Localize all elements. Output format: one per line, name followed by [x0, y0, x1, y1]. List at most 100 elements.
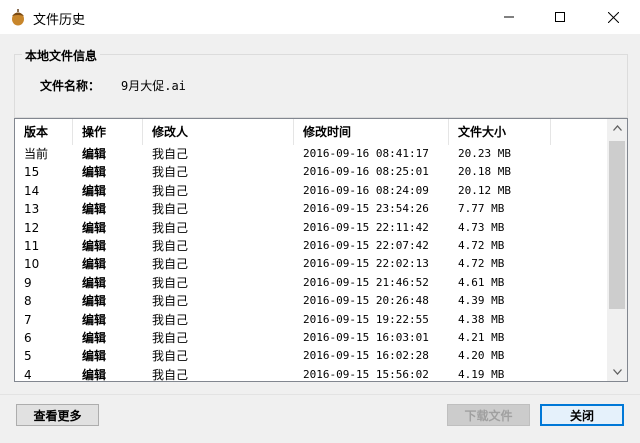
size-cell: 4.73 MB	[458, 220, 505, 234]
table-row[interactable]: 13 编辑 我自己 2016-09-15 23:54:26 7.77 MB	[15, 200, 605, 218]
size-cell: 4.38 MB	[458, 312, 505, 326]
action-cell: 编辑	[82, 257, 107, 272]
action-cell: 编辑	[82, 239, 107, 253]
action-cell: 编辑	[82, 312, 107, 327]
version-cell: 4	[24, 367, 32, 382]
table-row[interactable]: 15 编辑 我自己 2016-09-16 08:25:01 20.18 MB	[15, 163, 605, 181]
action-cell: 编辑	[82, 275, 107, 290]
table-row[interactable]: 8 编辑 我自己 2016-09-15 20:26:48 4.39 MB	[15, 292, 605, 310]
action-cell: 编辑	[82, 183, 107, 198]
action-cell: 编辑	[82, 165, 107, 180]
version-cell: 15	[24, 165, 40, 180]
version-cell: 6	[24, 331, 32, 345]
column-header-version[interactable]: 版本	[15, 119, 73, 145]
time-cell: 2016-09-16 08:24:09	[303, 183, 429, 197]
size-cell: 20.23 MB	[458, 147, 511, 160]
modifier-cell: 我自己	[152, 367, 189, 382]
table-row[interactable]: 11 编辑 我自己 2016-09-15 22:07:42 4.72 MB	[15, 237, 605, 255]
size-cell: 4.21 MB	[458, 331, 505, 344]
time-cell: 2016-09-15 16:02:28	[303, 349, 429, 363]
list-header: 版本 操作 修改人 修改时间 文件大小	[15, 119, 605, 145]
modifier-cell: 我自己	[152, 165, 189, 180]
time-cell: 2016-09-15 22:11:42	[303, 220, 429, 234]
dialog-body: 本地文件信息 文件名称： 9月大促.ai 版本 操作 修改人 修改时间 文件大小…	[0, 34, 640, 443]
version-cell: 5	[24, 349, 32, 364]
scrollbar-thumb[interactable]	[609, 141, 625, 309]
title-bar: 文件历史	[0, 0, 640, 34]
time-cell: 2016-09-15 16:03:01	[303, 331, 429, 344]
table-row[interactable]: 当前 编辑 我自己 2016-09-16 08:41:17 20.23 MB	[15, 145, 605, 163]
table-row[interactable]: 12 编辑 我自己 2016-09-15 22:11:42 4.73 MB	[15, 219, 605, 237]
view-more-button[interactable]: 查看更多	[16, 404, 99, 426]
time-cell: 2016-09-15 21:46:52	[303, 275, 429, 289]
modifier-cell: 我自己	[152, 331, 189, 345]
time-cell: 2016-09-15 20:26:48	[303, 294, 429, 308]
modifier-cell: 我自己	[152, 257, 189, 272]
close-icon	[607, 11, 619, 23]
action-cell: 编辑	[82, 202, 107, 217]
history-list[interactable]: 版本 操作 修改人 修改时间 文件大小 当前 编辑 我自己 2016-09-16 08…	[14, 118, 628, 382]
version-cell: 7	[24, 312, 32, 327]
close-window-button[interactable]	[590, 0, 636, 34]
download-file-button[interactable]: 下载文件	[447, 404, 530, 426]
action-cell: 编辑	[82, 367, 107, 382]
file-name-label: 文件名称：	[40, 79, 101, 93]
modifier-cell: 我自己	[152, 349, 189, 364]
time-cell: 2016-09-15 19:22:55	[303, 312, 429, 326]
time-cell: 2016-09-15 22:02:13	[303, 257, 429, 271]
column-header-action[interactable]: 操作	[73, 119, 143, 145]
window-title: 文件历史	[33, 13, 86, 28]
vertical-scrollbar[interactable]	[607, 119, 627, 381]
size-cell: 4.61 MB	[458, 275, 505, 289]
table-row[interactable]: 6 编辑 我自己 2016-09-15 16:03:01 4.21 MB	[15, 329, 605, 347]
size-cell: 4.72 MB	[458, 239, 505, 252]
table-row[interactable]: 4 编辑 我自己 2016-09-15 15:56:02 4.19 MB	[15, 366, 605, 382]
version-cell: 8	[24, 294, 32, 309]
size-cell: 4.19 MB	[458, 367, 505, 381]
time-cell: 2016-09-15 22:07:42	[303, 239, 429, 252]
modifier-cell: 我自己	[152, 312, 189, 327]
maximize-button[interactable]	[537, 0, 583, 34]
table-row[interactable]: 7 编辑 我自己 2016-09-15 19:22:55 4.38 MB	[15, 311, 605, 329]
table-row[interactable]: 14 编辑 我自己 2016-09-16 08:24:09 20.12 MB	[15, 182, 605, 200]
scroll-down-arrow-icon[interactable]	[607, 363, 627, 381]
version-cell: 9	[24, 275, 32, 290]
modifier-cell: 我自己	[152, 239, 189, 253]
version-cell: 12	[24, 220, 40, 235]
version-cell: 11	[24, 239, 40, 253]
modifier-cell: 我自己	[152, 220, 189, 235]
action-cell: 编辑	[82, 147, 107, 161]
time-cell: 2016-09-15 15:56:02	[303, 367, 429, 381]
action-cell: 编辑	[82, 331, 107, 345]
minimize-button[interactable]	[486, 0, 532, 34]
close-button[interactable]: 关闭	[540, 404, 624, 426]
scroll-up-arrow-icon[interactable]	[607, 119, 627, 137]
size-cell: 7.77 MB	[458, 202, 505, 216]
column-header-size[interactable]: 文件大小	[449, 119, 551, 145]
version-cell: 10	[24, 257, 40, 272]
version-cell: 14	[24, 183, 40, 198]
size-cell: 4.72 MB	[458, 257, 505, 271]
time-cell: 2016-09-16 08:41:17	[303, 147, 429, 160]
size-cell: 20.18 MB	[458, 165, 511, 179]
modifier-cell: 我自己	[152, 147, 189, 161]
file-name-value: 9月大促.ai	[121, 79, 186, 93]
action-cell: 编辑	[82, 349, 107, 364]
version-cell: 13	[24, 202, 40, 217]
table-row[interactable]: 10 编辑 我自己 2016-09-15 22:02:13 4.72 MB	[15, 255, 605, 273]
table-row[interactable]: 9 编辑 我自己 2016-09-15 21:46:52 4.61 MB	[15, 274, 605, 292]
time-cell: 2016-09-16 08:25:01	[303, 165, 429, 179]
maximize-icon	[555, 12, 565, 22]
modifier-cell: 我自己	[152, 183, 189, 198]
size-cell: 4.39 MB	[458, 294, 505, 308]
version-cell: 当前	[24, 147, 49, 161]
column-header-time[interactable]: 修改时间	[294, 119, 449, 145]
table-row[interactable]: 5 编辑 我自己 2016-09-15 16:02:28 4.20 MB	[15, 347, 605, 365]
size-cell: 4.20 MB	[458, 349, 505, 363]
modifier-cell: 我自己	[152, 202, 189, 217]
action-cell: 编辑	[82, 294, 107, 309]
column-header-modifier[interactable]: 修改人	[143, 119, 294, 145]
modifier-cell: 我自己	[152, 275, 189, 290]
modifier-cell: 我自己	[152, 294, 189, 309]
minimize-icon	[504, 16, 514, 18]
